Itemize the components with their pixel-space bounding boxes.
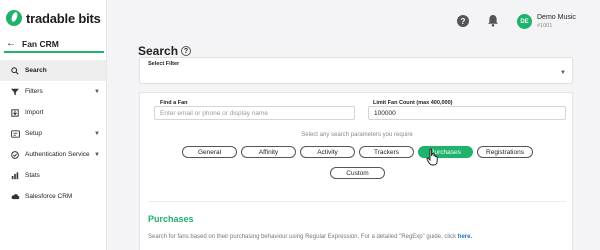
section-title: Purchases — [148, 214, 194, 224]
find-fan-input[interactable]: Enter email or phone or display name — [154, 106, 355, 120]
search-icon — [10, 66, 20, 75]
bell-icon[interactable] — [487, 14, 499, 27]
sidebar: tradable bits ← Fan CRM Search Filters ▼… — [0, 0, 107, 250]
section-description-text: Search for fans based on their purchasin… — [148, 234, 458, 240]
back-arrow-icon: ← — [6, 38, 16, 49]
sidebar-item-label: Import — [25, 109, 44, 116]
section-description: Search for fans based on their purchasin… — [148, 234, 472, 240]
section-divider — [148, 201, 566, 202]
page-title-text: Search — [138, 44, 179, 58]
cloud-icon — [10, 193, 20, 200]
fan-crm-label: Fan CRM — [22, 38, 59, 49]
param-pill-registrations[interactable]: Registrations — [477, 146, 533, 158]
user-id: #1001 — [537, 23, 553, 29]
chevron-down-icon: ▼ — [94, 88, 100, 95]
select-filter-dropdown[interactable]: Select Filter ▼ — [139, 57, 573, 84]
limit-fan-count-value: 100000 — [374, 109, 396, 117]
setup-icon — [10, 129, 20, 138]
chevron-down-icon: ▼ — [94, 151, 100, 158]
param-pill-trackers[interactable]: Trackers — [359, 146, 414, 158]
fan-crm-underline — [4, 51, 104, 53]
brand-logo[interactable]: tradable bits — [6, 10, 101, 26]
sidebar-item-stats[interactable]: Stats — [0, 165, 106, 186]
bar-chart-icon — [10, 171, 20, 180]
sidebar-item-authentication-service[interactable]: Authentication Service ▼ — [0, 144, 106, 165]
help-circle-icon[interactable]: ? — [457, 15, 469, 27]
sidebar-item-label: Authentication Service — [25, 151, 90, 158]
sidebar-item-filters[interactable]: Filters ▼ — [0, 81, 106, 102]
search-panel: Find a Fan Enter email or phone or displ… — [139, 92, 573, 250]
help-icon[interactable]: ? — [181, 46, 192, 56]
check-shield-icon — [10, 150, 20, 159]
sidebar-item-label: Stats — [25, 172, 40, 179]
param-pill-custom[interactable]: Custom — [330, 167, 385, 179]
brand-mark-icon — [6, 10, 22, 26]
brand-name: tradable bits — [26, 10, 101, 26]
chevron-down-icon: ▼ — [560, 70, 566, 76]
regexp-guide-link[interactable]: here. — [458, 234, 472, 240]
import-icon — [10, 108, 20, 117]
param-pill-activity[interactable]: Activity — [300, 146, 355, 158]
sidebar-nav: Search Filters ▼ Import Setup ▼ Authenti… — [0, 60, 106, 207]
avatar[interactable]: DE — [517, 14, 532, 29]
search-parameters-hint: Select any search parameters you require — [301, 132, 413, 138]
limit-fan-count-input[interactable]: 100000 — [368, 106, 566, 120]
sidebar-item-search[interactable]: Search — [0, 60, 106, 81]
select-filter-label: Select Filter — [148, 61, 180, 67]
chevron-down-icon: ▼ — [94, 130, 100, 137]
user-name[interactable]: Demo Music — [537, 14, 576, 21]
back-to-fan-crm[interactable]: ← Fan CRM — [6, 38, 59, 49]
sidebar-item-label: Search — [25, 67, 47, 74]
filter-icon — [10, 88, 20, 96]
param-pill-general[interactable]: General — [182, 146, 237, 158]
sidebar-item-import[interactable]: Import — [0, 102, 106, 123]
sidebar-item-salesforce-crm[interactable]: Salesforce CRM — [0, 186, 106, 207]
param-pill-affinity[interactable]: Affinity — [241, 146, 296, 158]
sidebar-item-setup[interactable]: Setup ▼ — [0, 123, 106, 144]
find-fan-placeholder: Enter email or phone or display name — [160, 109, 269, 117]
page-title: Search ? — [138, 44, 192, 58]
hand-cursor-icon — [426, 148, 440, 166]
sidebar-item-label: Setup — [25, 130, 42, 137]
sidebar-item-label: Filters — [25, 88, 43, 95]
sidebar-item-label: Salesforce CRM — [25, 193, 73, 200]
